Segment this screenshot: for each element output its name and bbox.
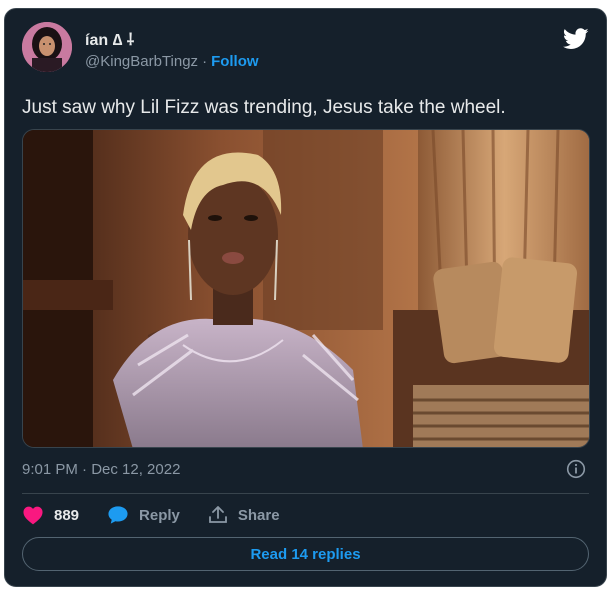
reply-bubble-icon [108,506,128,524]
display-name[interactable]: ían ∆ ⸸ [85,28,134,50]
like-count: 889 [54,506,80,524]
handle-row: @KingBarbTingz · Follow [85,53,259,70]
share-button[interactable]: Share [208,505,280,525]
follow-button[interactable]: Follow [211,53,259,70]
separator-dot: · [202,53,208,70]
user-handle[interactable]: @KingBarbTingz [85,53,198,70]
share-label: Share [237,506,280,524]
divider [22,493,589,494]
twitter-bird-icon[interactable] [563,28,589,50]
reply-button[interactable]: Reply [107,505,180,525]
heart-icon [23,506,43,525]
avatar[interactable] [22,22,72,72]
info-icon[interactable] [566,459,586,479]
tweet-text: Just saw why Lil Fizz was trending, Jesu… [22,97,506,118]
like-button[interactable]: 889 [22,505,79,525]
tweet-card: ían ∆ ⸸ @KingBarbTingz · Follow Just saw w… [4,8,607,587]
read-replies-button[interactable]: Read 14 replies [22,537,589,571]
tweet-timestamp[interactable]: 9:01 PM · Dec 12, 2022 [22,461,180,478]
reply-label: Reply [139,506,180,524]
share-icon [208,506,227,523]
tweet-media-image[interactable] [22,129,590,448]
action-bar: 889 Reply Share [22,503,308,527]
